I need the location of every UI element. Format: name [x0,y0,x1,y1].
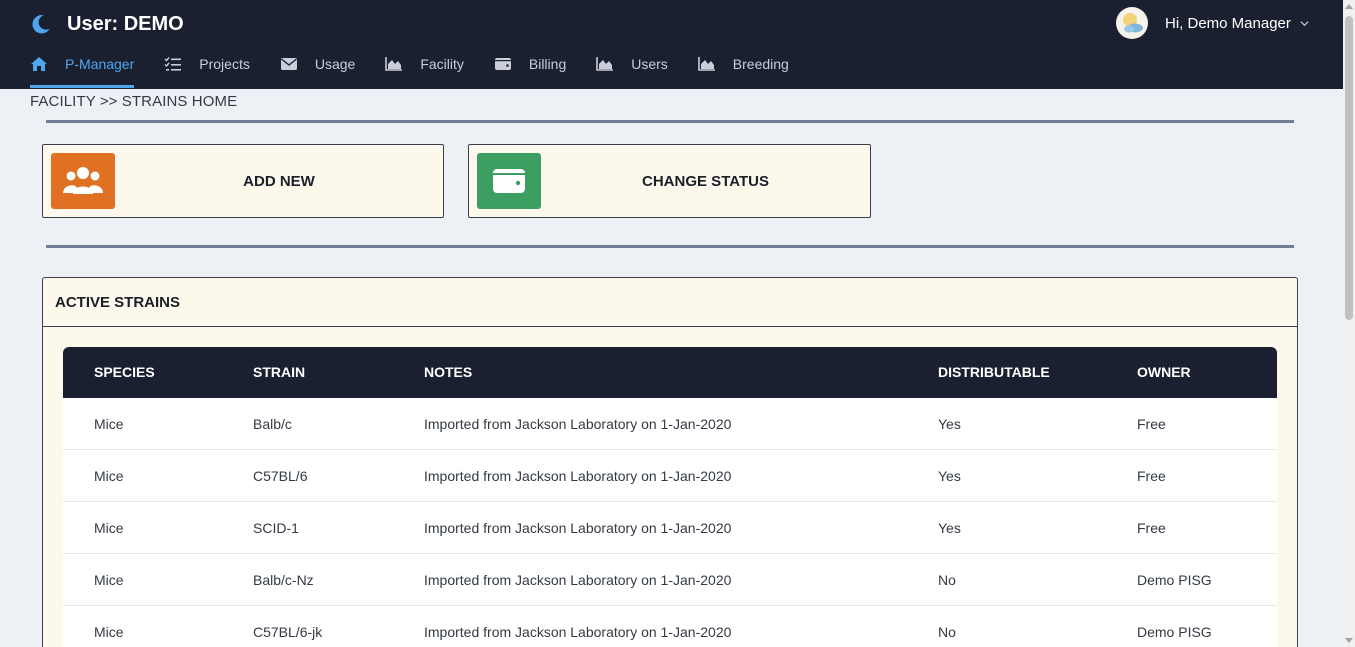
weather-avatar-icon [1117,8,1147,38]
panel-title: ACTIVE STRAINS [43,278,1297,327]
cell-strain: C57BL/6 [253,468,308,484]
users-group-icon [51,153,115,209]
area-chart-icon [596,57,614,71]
envelope-icon [280,58,297,70]
column-header-owner[interactable]: OWNER [1137,347,1191,398]
column-header-distributable[interactable]: DISTRIBUTABLE [938,347,1050,398]
cell-owner: Demo PISG [1137,624,1212,640]
brand: User: DEMO [30,10,184,38]
strains-table: SPECIES STRAIN NOTES DISTRIBUTABLE OWNER… [63,347,1277,647]
cell-species: Mice [94,416,124,432]
cell-species: Mice [94,624,124,640]
cell-strain: Balb/c [253,416,292,432]
nav-item-usage[interactable]: Usage [280,52,355,76]
top-navbar: User: DEMO Hi, Demo Manager P-Manager Pr… [0,0,1343,89]
breadcrumb: FACILITY >> STRAINS HOME [30,93,238,110]
nav-item-projects[interactable]: Projects [164,52,250,76]
divider [46,245,1294,248]
nav-item-breeding[interactable]: Breeding [697,52,789,76]
nav-label: P-Manager [65,56,135,72]
cell-distributable: No [938,624,956,640]
table-row[interactable]: Mice Balb/c Imported from Jackson Labora… [63,398,1277,450]
nav-item-users[interactable]: Users [596,52,668,76]
wallet-icon [494,58,511,70]
nav-label: Users [631,56,668,72]
cell-owner: Demo PISG [1137,572,1212,588]
cell-distributable: Yes [938,416,961,432]
add-new-label: ADD NEW [243,172,315,190]
area-chart-icon [385,57,403,71]
cell-strain: Balb/c-Nz [253,572,314,588]
area-chart-icon [697,57,715,71]
change-status-button[interactable]: CHANGE STATUS [468,144,871,218]
cell-notes: Imported from Jackson Laboratory on 1-Ja… [424,416,732,432]
cell-notes: Imported from Jackson Laboratory on 1-Ja… [424,624,732,640]
nav-item-p-manager[interactable]: P-Manager [30,52,135,88]
divider [46,120,1294,123]
nav-label: Usage [314,56,356,72]
column-header-notes[interactable]: NOTES [424,347,472,398]
table-header: SPECIES STRAIN NOTES DISTRIBUTABLE OWNER [63,347,1277,398]
nav-label: Billing [528,56,567,72]
wallet-icon [477,153,541,209]
scroll-up-arrow-icon[interactable] [1345,4,1353,9]
page-title: User: DEMO [67,12,184,35]
nav-label: Breeding [732,56,789,72]
checklist-icon [164,57,182,71]
cell-notes: Imported from Jackson Laboratory on 1-Ja… [424,468,732,484]
page-scrollbar[interactable] [1343,0,1355,647]
cell-species: Mice [94,468,124,484]
active-strains-panel: ACTIVE STRAINS SPECIES STRAIN NOTES DIST… [42,277,1298,647]
user-menu[interactable]: Hi, Demo Manager [1116,7,1309,39]
chevron-down-icon[interactable] [1300,19,1309,28]
cell-notes: Imported from Jackson Laboratory on 1-Ja… [424,572,732,588]
avatar[interactable] [1116,7,1148,39]
change-status-label: CHANGE STATUS [642,172,769,190]
cell-distributable: Yes [938,468,961,484]
cell-notes: Imported from Jackson Laboratory on 1-Ja… [424,520,732,536]
cell-species: Mice [94,572,124,588]
table-row[interactable]: Mice Balb/c-Nz Imported from Jackson Lab… [63,554,1277,606]
user-greeting[interactable]: Hi, Demo Manager [1165,15,1291,32]
cell-strain: C57BL/6-jk [253,624,323,640]
nav-label: Facility [420,56,464,72]
main-nav: P-Manager Projects Usage Facility Billin… [30,52,819,89]
add-new-button[interactable]: ADD NEW [42,144,444,218]
column-header-species[interactable]: SPECIES [94,347,155,398]
cell-strain: SCID-1 [253,520,299,536]
nav-label: Projects [199,56,250,72]
cell-owner: Free [1137,416,1166,432]
nav-item-billing[interactable]: Billing [494,52,566,76]
cell-distributable: No [938,572,956,588]
table-row[interactable]: Mice C57BL/6-jk Imported from Jackson La… [63,606,1277,647]
cell-owner: Free [1137,520,1166,536]
column-header-strain[interactable]: STRAIN [253,347,305,398]
moon-icon[interactable] [30,13,52,35]
nav-item-facility[interactable]: Facility [385,52,464,76]
table-row[interactable]: Mice SCID-1 Imported from Jackson Labora… [63,502,1277,554]
scrollbar-thumb[interactable] [1345,16,1353,320]
scroll-down-arrow-icon[interactable] [1345,638,1353,643]
table-row[interactable]: Mice C57BL/6 Imported from Jackson Labor… [63,450,1277,502]
cell-owner: Free [1137,468,1166,484]
cell-species: Mice [94,520,124,536]
home-icon [31,57,47,71]
cell-distributable: Yes [938,520,961,536]
